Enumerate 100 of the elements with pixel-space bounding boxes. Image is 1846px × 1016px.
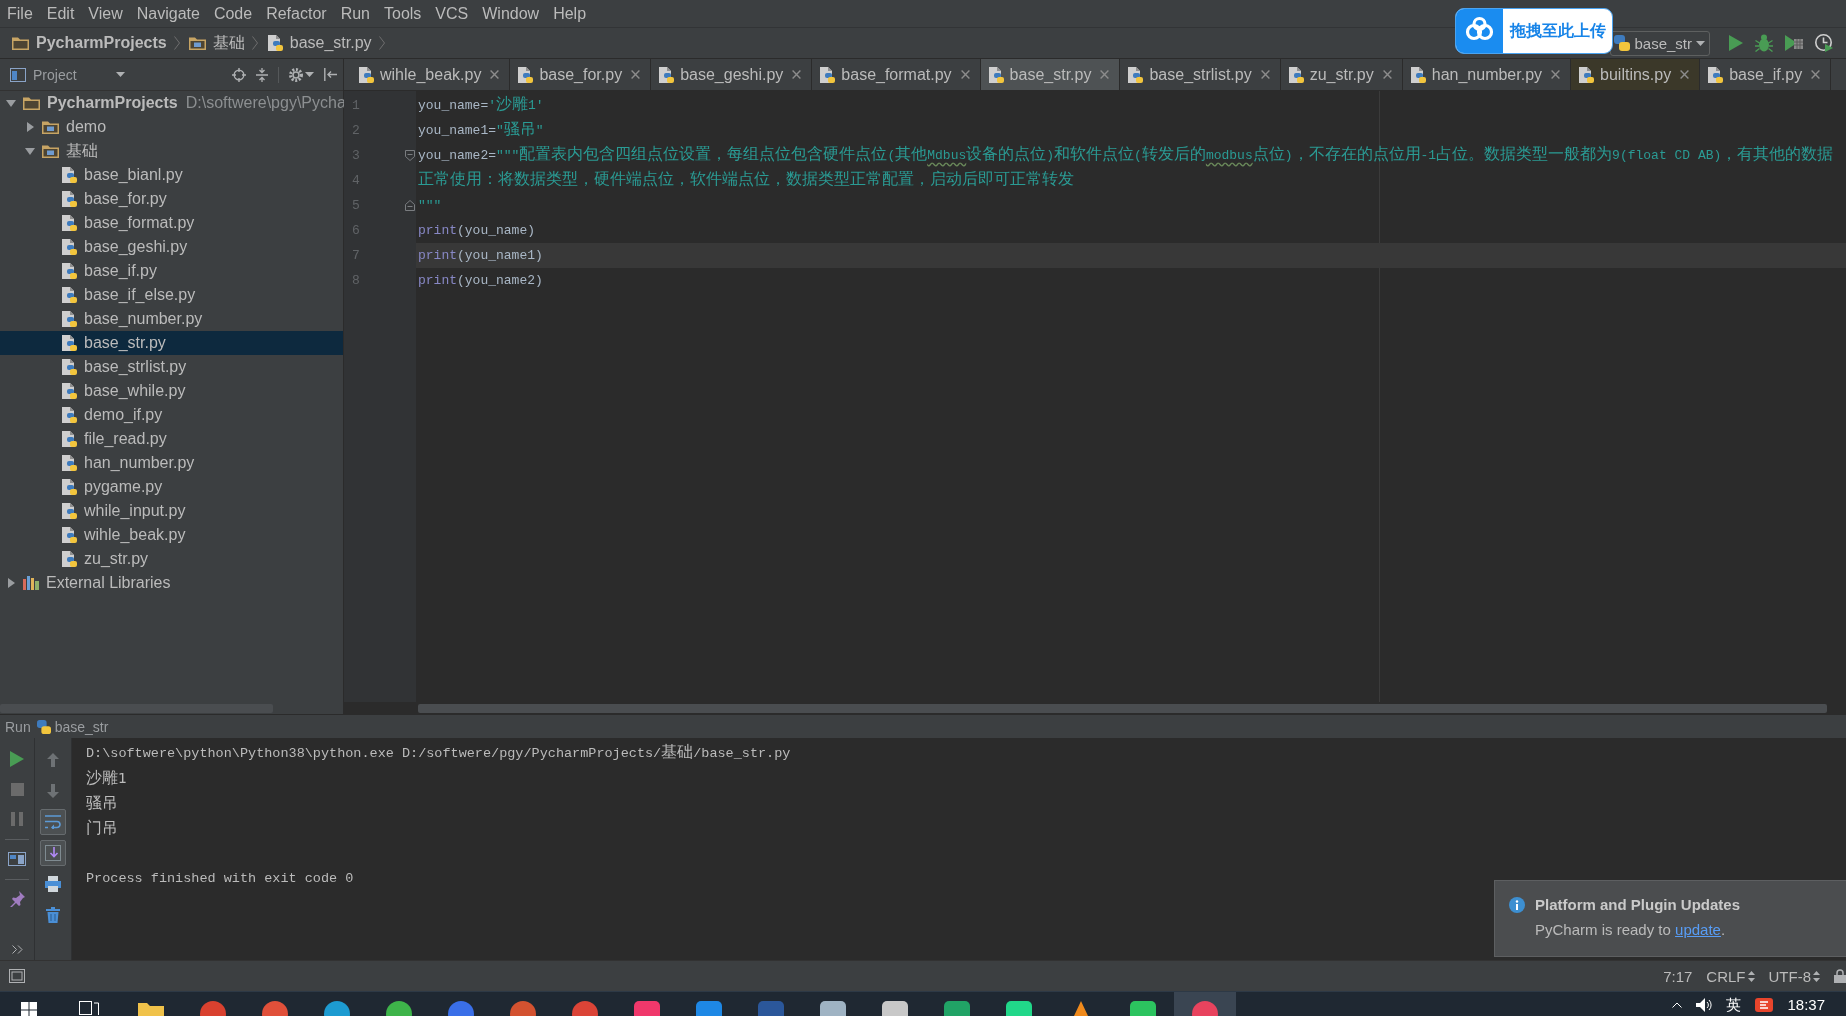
close-icon[interactable] bbox=[1551, 70, 1561, 79]
arrow-to-bar-icon[interactable] bbox=[324, 68, 337, 81]
frame-icon[interactable] bbox=[9, 969, 25, 983]
update-link[interactable]: update bbox=[1675, 921, 1721, 938]
editor-tab[interactable]: base_for.py bbox=[510, 59, 652, 90]
app-icon[interactable] bbox=[324, 1001, 350, 1016]
scrollbar-thumb[interactable] bbox=[418, 703, 1827, 713]
close-icon[interactable] bbox=[1382, 70, 1392, 79]
tree-item[interactable]: demo bbox=[0, 115, 343, 139]
menu-item[interactable]: Navigate bbox=[129, 0, 207, 27]
tree-item[interactable]: base_strlist.py bbox=[0, 355, 343, 379]
tree-item[interactable]: base_str.py bbox=[0, 331, 343, 355]
view-selector[interactable]: Project bbox=[10, 66, 125, 83]
tree-item[interactable]: base_number.py bbox=[0, 307, 343, 331]
stacked-rectangles-icon[interactable] bbox=[79, 1001, 99, 1015]
tree-item[interactable]: han_number.py bbox=[0, 451, 343, 475]
chevron-up-icon[interactable] bbox=[1672, 1002, 1683, 1008]
wrap-icon[interactable] bbox=[45, 814, 61, 829]
menu-item[interactable]: VCS bbox=[428, 0, 476, 27]
trash-icon[interactable] bbox=[46, 906, 60, 923]
speaker-icon[interactable] bbox=[1696, 998, 1713, 1012]
close-icon[interactable] bbox=[792, 70, 802, 79]
line-separator-selector[interactable]: CRLF bbox=[1706, 967, 1755, 985]
menu-item[interactable]: View bbox=[81, 0, 130, 27]
tree-item[interactable]: wihle_beak.py bbox=[0, 523, 343, 547]
arrow-down-box-icon[interactable] bbox=[45, 844, 61, 861]
tree-item[interactable]: External Libraries bbox=[0, 571, 343, 595]
layout-icon[interactable] bbox=[8, 852, 26, 866]
arrow-down-icon[interactable] bbox=[47, 783, 59, 798]
editor-tab[interactable]: base_geshi.py bbox=[651, 59, 813, 90]
app-icon[interactable] bbox=[882, 1001, 908, 1016]
tree-item[interactable]: pygame.py bbox=[0, 475, 343, 499]
tree-item[interactable]: base_format.py bbox=[0, 211, 343, 235]
tree-item[interactable]: base_while.py bbox=[0, 379, 343, 403]
close-icon[interactable] bbox=[631, 70, 641, 79]
editor-tab[interactable]: base_str.py bbox=[980, 59, 1121, 90]
editor-tab[interactable]: wihle_beak.py bbox=[351, 59, 511, 90]
stop-icon[interactable] bbox=[10, 782, 24, 796]
editor-tab[interactable]: base_strlist.py bbox=[1120, 59, 1281, 90]
scroll-to-end-button[interactable] bbox=[40, 839, 66, 866]
caret-down-icon[interactable] bbox=[6, 99, 16, 107]
run-tab[interactable]: base_str bbox=[36, 718, 109, 735]
printer-icon[interactable] bbox=[45, 875, 61, 892]
menu-item[interactable]: Refactor bbox=[259, 0, 334, 27]
editor-tab[interactable]: builtins.py bbox=[1571, 59, 1701, 90]
up-down-arrows-icon[interactable] bbox=[1747, 970, 1755, 982]
breadcrumb[interactable]: PycharmProjects bbox=[12, 30, 167, 56]
menu-item[interactable]: Help bbox=[546, 0, 594, 27]
menu-item[interactable]: Edit bbox=[39, 0, 82, 27]
play-grid-icon[interactable] bbox=[1785, 35, 1803, 51]
clock-time[interactable]: 18:37 bbox=[1787, 996, 1825, 1013]
tree-item[interactable]: PycharmProjects D:\softwere\pgy\Pycha bbox=[0, 91, 343, 115]
menu-item[interactable]: Run bbox=[333, 0, 377, 27]
clock-play-icon[interactable] bbox=[1815, 34, 1833, 52]
tree-item[interactable]: base_for.py bbox=[0, 187, 343, 211]
tree-item[interactable]: 基础 bbox=[0, 139, 343, 163]
tree-item[interactable]: base_if.py bbox=[0, 259, 343, 283]
tree-item[interactable]: demo_if.py bbox=[0, 403, 343, 427]
menu-item[interactable]: Window bbox=[475, 0, 547, 27]
tree-item[interactable]: base_bianl.py bbox=[0, 163, 343, 187]
caret-right-icon[interactable] bbox=[26, 122, 34, 132]
menu-item[interactable]: Code bbox=[206, 0, 260, 27]
close-icon[interactable] bbox=[490, 70, 500, 79]
app-icon[interactable] bbox=[1755, 998, 1774, 1012]
settings-icon[interactable] bbox=[289, 67, 303, 82]
bug-icon[interactable] bbox=[1755, 34, 1773, 52]
fold-marker-icon[interactable] bbox=[405, 200, 415, 211]
tree-item[interactable]: file_read.py bbox=[0, 427, 343, 451]
input-method-indicator[interactable]: 英 bbox=[1726, 996, 1742, 1013]
breadcrumb[interactable]: base_str.py bbox=[266, 30, 372, 56]
close-icon[interactable] bbox=[960, 70, 970, 79]
arrow-up-icon[interactable] bbox=[47, 752, 59, 767]
crosshair-icon[interactable] bbox=[232, 67, 246, 82]
pin-icon[interactable] bbox=[9, 891, 25, 907]
tree-item[interactable]: zu_str.py bbox=[0, 547, 343, 571]
caret-down-icon[interactable] bbox=[1696, 40, 1705, 46]
editor-tab[interactable]: base_if.py bbox=[1700, 59, 1832, 90]
fold-marker-icon[interactable] bbox=[405, 150, 415, 161]
folder-icon[interactable] bbox=[138, 1001, 164, 1016]
run-icon[interactable] bbox=[1729, 35, 1743, 51]
close-icon[interactable] bbox=[1260, 70, 1270, 79]
upload-drop-target[interactable]: 拖拽至此上传 bbox=[1455, 8, 1613, 54]
menu-item[interactable]: Tools bbox=[377, 0, 429, 27]
caret-down-icon[interactable] bbox=[25, 147, 35, 155]
close-icon[interactable] bbox=[1680, 70, 1690, 79]
menu-item[interactable]: File bbox=[0, 0, 40, 27]
collapse-icon[interactable] bbox=[256, 67, 268, 82]
caret-down-icon[interactable] bbox=[116, 72, 125, 77]
double-chevron-icon[interactable] bbox=[11, 944, 23, 954]
tree-item[interactable]: base_geshi.py bbox=[0, 235, 343, 259]
caret-down-icon[interactable] bbox=[305, 72, 314, 77]
editor-tab[interactable]: base_format.py bbox=[812, 59, 981, 90]
encoding-selector[interactable]: UTF-8 bbox=[1768, 967, 1820, 985]
close-icon[interactable] bbox=[1811, 70, 1821, 79]
editor-tab[interactable]: zu_str.py bbox=[1280, 59, 1403, 90]
tree-item[interactable]: while_input.py bbox=[0, 499, 343, 523]
up-down-arrows-icon[interactable] bbox=[1813, 970, 1820, 982]
caret-right-icon[interactable] bbox=[7, 578, 15, 588]
run-icon[interactable] bbox=[10, 751, 24, 767]
tree-item[interactable]: base_if_else.py bbox=[0, 283, 343, 307]
